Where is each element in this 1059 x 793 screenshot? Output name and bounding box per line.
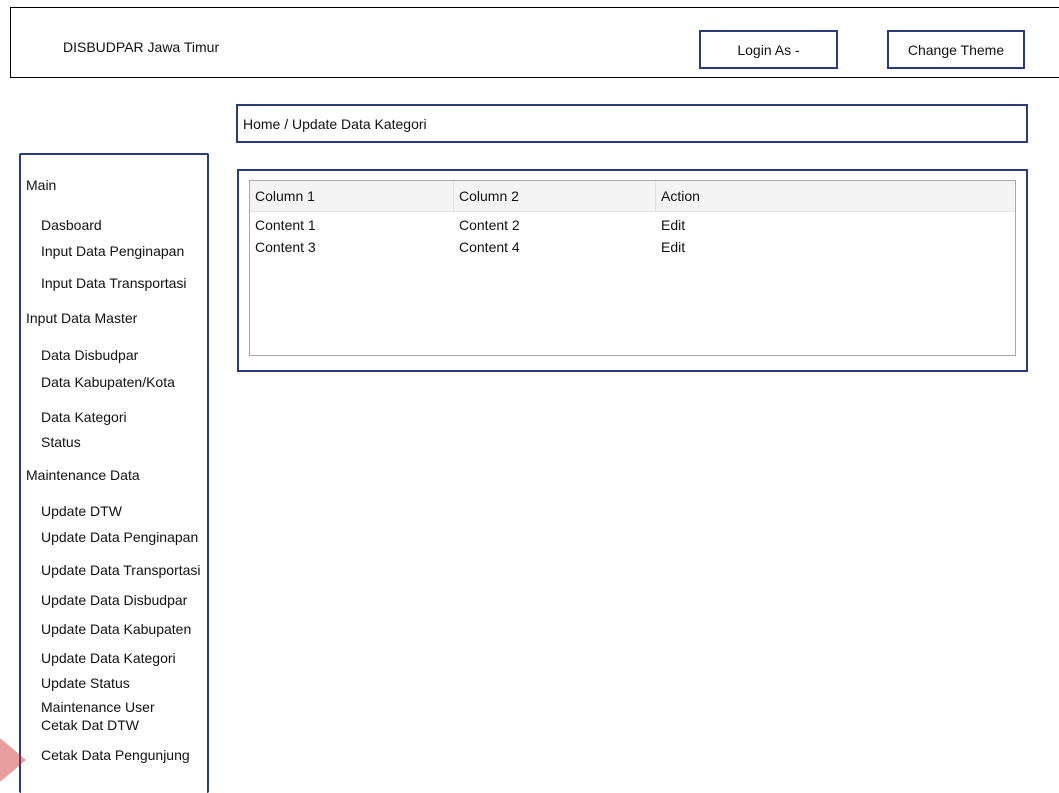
sidebar-group-input-master: Input Data Master (26, 310, 138, 326)
breadcrumb: Home / Update Data Kategori (236, 104, 1028, 143)
sidebar-item-input-transportasi[interactable]: Input Data Transportasi (41, 275, 187, 291)
sidebar-item-update-kategori[interactable]: Update Data Kategori (41, 650, 176, 666)
sidebar-item-update-dtw[interactable]: Update DTW (41, 503, 122, 519)
sidebar: Main Dasboard Input Data Penginapan Inpu… (19, 153, 209, 793)
data-table: Column 1 Column 2 Action Content 1 Conte… (249, 180, 1016, 356)
sidebar-group-maintenance: Maintenance Data (26, 467, 140, 483)
sidebar-item-maintenance-user[interactable]: Maintenance User (41, 699, 155, 715)
sidebar-item-update-status[interactable]: Update Status (41, 675, 130, 691)
change-theme-button[interactable]: Change Theme (887, 30, 1025, 69)
table-cell: Content 1 (255, 217, 316, 233)
table-row: Content 3 Content 4 Edit (250, 236, 1015, 258)
sidebar-item-data-disbudpar[interactable]: Data Disbudpar (41, 347, 138, 363)
sidebar-item-data-kabupaten[interactable]: Data Kabupaten/Kota (41, 374, 175, 390)
table-cell: Content 4 (459, 239, 520, 255)
app-title: DISBUDPAR Jawa Timur (63, 39, 220, 55)
table-cell: Content 3 (255, 239, 316, 255)
edit-link[interactable]: Edit (656, 236, 1015, 258)
sidebar-item-status[interactable]: Status (41, 434, 81, 450)
table-header: Column 1 Column 2 Action (250, 181, 1015, 212)
sidebar-item-update-transportasi[interactable]: Update Data Transportasi (41, 562, 201, 578)
table-cell: Content 2 (459, 217, 520, 233)
watermark-logo (0, 738, 26, 782)
sidebar-item-input-penginapan[interactable]: Input Data Penginapan (41, 243, 184, 259)
header-bar: DISBUDPAR Jawa Timur Login As - Change T… (10, 7, 1059, 78)
column-header[interactable]: Column 2 (454, 181, 656, 211)
sidebar-item-update-disbudpar[interactable]: Update Data Disbudpar (41, 592, 187, 608)
content-panel: Column 1 Column 2 Action Content 1 Conte… (237, 169, 1028, 372)
column-header[interactable]: Action (656, 181, 1015, 211)
sidebar-item-cetak-dtw[interactable]: Cetak Dat DTW (41, 717, 139, 733)
login-as-button[interactable]: Login As - (699, 30, 838, 69)
sidebar-item-data-kategori[interactable]: Data Kategori (41, 409, 127, 425)
sidebar-item-update-kabupaten[interactable]: Update Data Kabupaten (41, 621, 191, 637)
table-row: Content 1 Content 2 Edit (250, 214, 1015, 236)
sidebar-item-cetak-pengunjung[interactable]: Cetak Data Pengunjung (41, 747, 190, 763)
sidebar-group-main: Main (26, 177, 57, 193)
sidebar-item-update-penginapan[interactable]: Update Data Penginapan (41, 529, 198, 545)
column-header[interactable]: Column 1 (250, 181, 454, 211)
sidebar-item-dasboard[interactable]: Dasboard (41, 217, 102, 233)
edit-link[interactable]: Edit (656, 214, 1015, 236)
